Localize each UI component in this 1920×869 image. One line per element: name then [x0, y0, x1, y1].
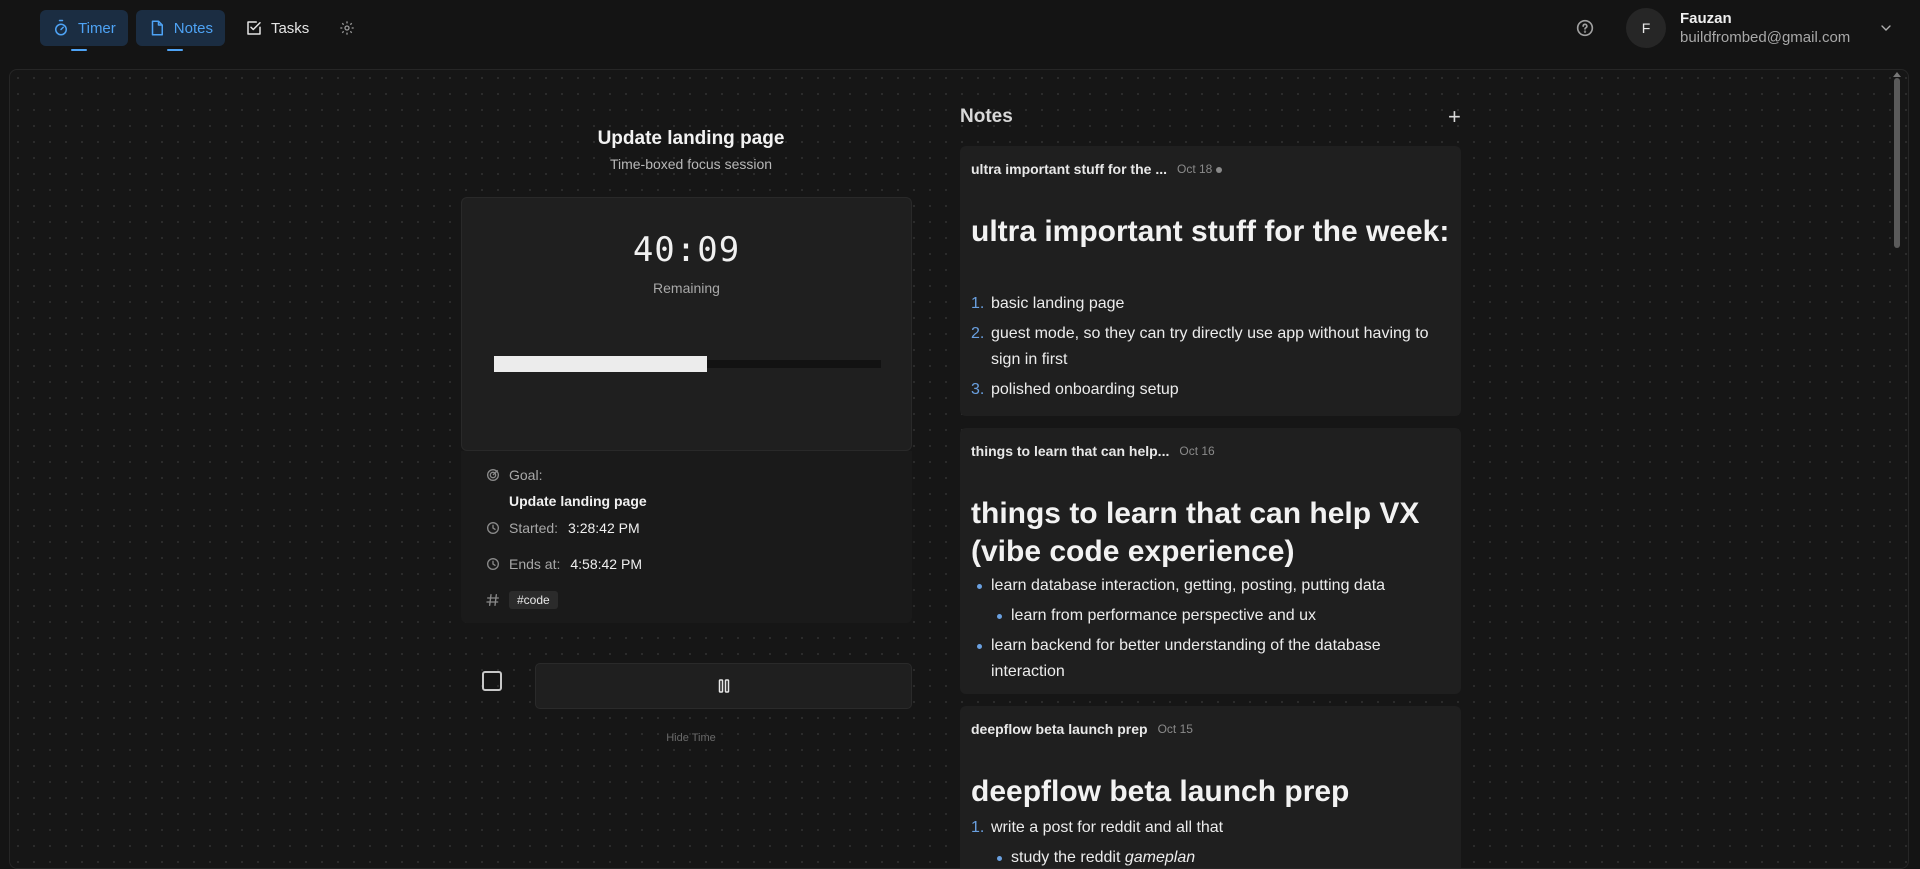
hide-time-button[interactable]: Hide Time — [461, 732, 921, 744]
note-heading: ultra important stuff for the week: — [971, 215, 1450, 248]
nav-notes-label: Notes — [173, 19, 213, 37]
note-header: ultra important stuff for the ... Oct 18 — [971, 161, 1223, 177]
main-panel: Update landing page Time-boxed focus ses… — [9, 69, 1909, 869]
tag-row: #code — [485, 591, 558, 609]
note-title: deepflow beta launch prep — [971, 721, 1148, 737]
avatar: F — [1626, 8, 1666, 48]
user-info: Fauzan buildfrombed@gmail.com — [1680, 9, 1850, 47]
ends-value: 4:58:42 PM — [570, 556, 642, 572]
checkbox-icon — [247, 21, 261, 35]
note-list: 1. write a post for reddit and all that s… — [971, 815, 1451, 868]
hash-icon — [486, 594, 499, 606]
started-value: 3:28:42 PM — [568, 520, 640, 536]
note-card[interactable]: things to learn that can help... Oct 16 … — [960, 428, 1461, 694]
note-header: things to learn that can help... Oct 16 — [971, 443, 1215, 459]
progress-fill — [494, 356, 707, 372]
timer-card: 40:09 Remaining — [461, 197, 912, 451]
stopwatch-icon — [55, 19, 67, 36]
ends-row: Ends at: 4:58:42 PM — [485, 556, 642, 572]
note-list: 1. basic landing page 2. guest mode, so th… — [971, 291, 1451, 407]
ends-label: Ends at: — [509, 556, 561, 572]
user-name: Fauzan — [1680, 10, 1732, 27]
notes-heading: Notes — [960, 106, 1013, 127]
note-title: things to learn that can help... — [971, 443, 1170, 459]
pause-button[interactable] — [535, 663, 912, 709]
remaining-label: Remaining — [653, 280, 720, 296]
file-icon — [151, 20, 163, 36]
nav-tasks-button[interactable]: Tasks — [233, 10, 321, 46]
clock-icon — [487, 522, 499, 534]
session-subtitle: Time-boxed focus session — [609, 156, 773, 172]
note-date: Oct 16 — [1179, 444, 1215, 458]
list-item: 3. polished onboarding setup — [971, 381, 1179, 398]
nav-timer-button[interactable]: Timer — [40, 10, 128, 51]
tag-chip[interactable]: #code — [509, 591, 558, 609]
note-list: learn database interaction, getting, pos… — [971, 573, 1451, 689]
user-menu[interactable]: F Fauzan buildfrombed@gmail.com — [1626, 6, 1894, 50]
started-label: Started: — [509, 520, 559, 536]
add-note-button[interactable]: + — [1448, 106, 1461, 128]
session-details: Goal: Update landing page Started: 3:28:… — [461, 451, 912, 623]
target-icon — [487, 469, 499, 481]
settings-button[interactable] — [329, 10, 365, 46]
scrollbar[interactable] — [1894, 78, 1900, 248]
nav-notes-button[interactable]: Notes — [135, 10, 225, 51]
note-card[interactable]: deepflow beta launch prep Oct 15 deepflo… — [960, 706, 1461, 868]
progress-bar — [494, 356, 881, 372]
list-item: learn database interaction, getting, pos… — [971, 573, 1451, 599]
note-heading: things to learn that can help VX (vibe c… — [971, 497, 1420, 568]
started-row: Started: 3:28:42 PM — [485, 520, 640, 536]
list-item: study the reddit gameplan — [971, 845, 1451, 868]
list-item: learn from performance perspective and u… — [971, 603, 1451, 629]
note-date: Oct 15 — [1157, 722, 1193, 736]
chevron-down-icon[interactable] — [1878, 20, 1894, 36]
help-icon[interactable] — [1574, 17, 1596, 39]
goal-value: Update landing page — [509, 493, 647, 509]
note-header: deepflow beta launch prep Oct 15 — [971, 721, 1193, 737]
list-item: learn backend for better understanding o… — [971, 633, 1451, 685]
list-item: 2. guest mode, so they can try directly u… — [971, 325, 1429, 368]
note-card[interactable]: ultra important stuff for the ... Oct 18… — [960, 146, 1461, 416]
goal-label: Goal: — [509, 467, 543, 483]
gear-icon — [340, 21, 354, 35]
scroll-up-arrow[interactable] — [1893, 72, 1901, 77]
clock-icon — [487, 558, 499, 570]
list-item: 1. write a post for reddit and all that — [971, 819, 1224, 836]
user-email: buildfrombed@gmail.com — [1680, 29, 1851, 46]
list-item: 1. basic landing page — [971, 295, 1125, 312]
note-date: Oct 18 — [1177, 162, 1223, 176]
nav-timer-label: Timer — [78, 19, 116, 37]
goal-row: Goal: — [485, 467, 542, 483]
session-title: Update landing page — [597, 128, 785, 149]
unsaved-dot — [1216, 166, 1223, 173]
timer-display: 40:09 — [632, 230, 741, 270]
note-title: ultra important stuff for the ... — [971, 161, 1167, 177]
nav-tasks-label: Tasks — [270, 19, 310, 37]
note-heading: deepflow beta launch prep — [971, 775, 1350, 808]
stop-button[interactable] — [482, 671, 502, 691]
pause-icon — [718, 679, 729, 693]
